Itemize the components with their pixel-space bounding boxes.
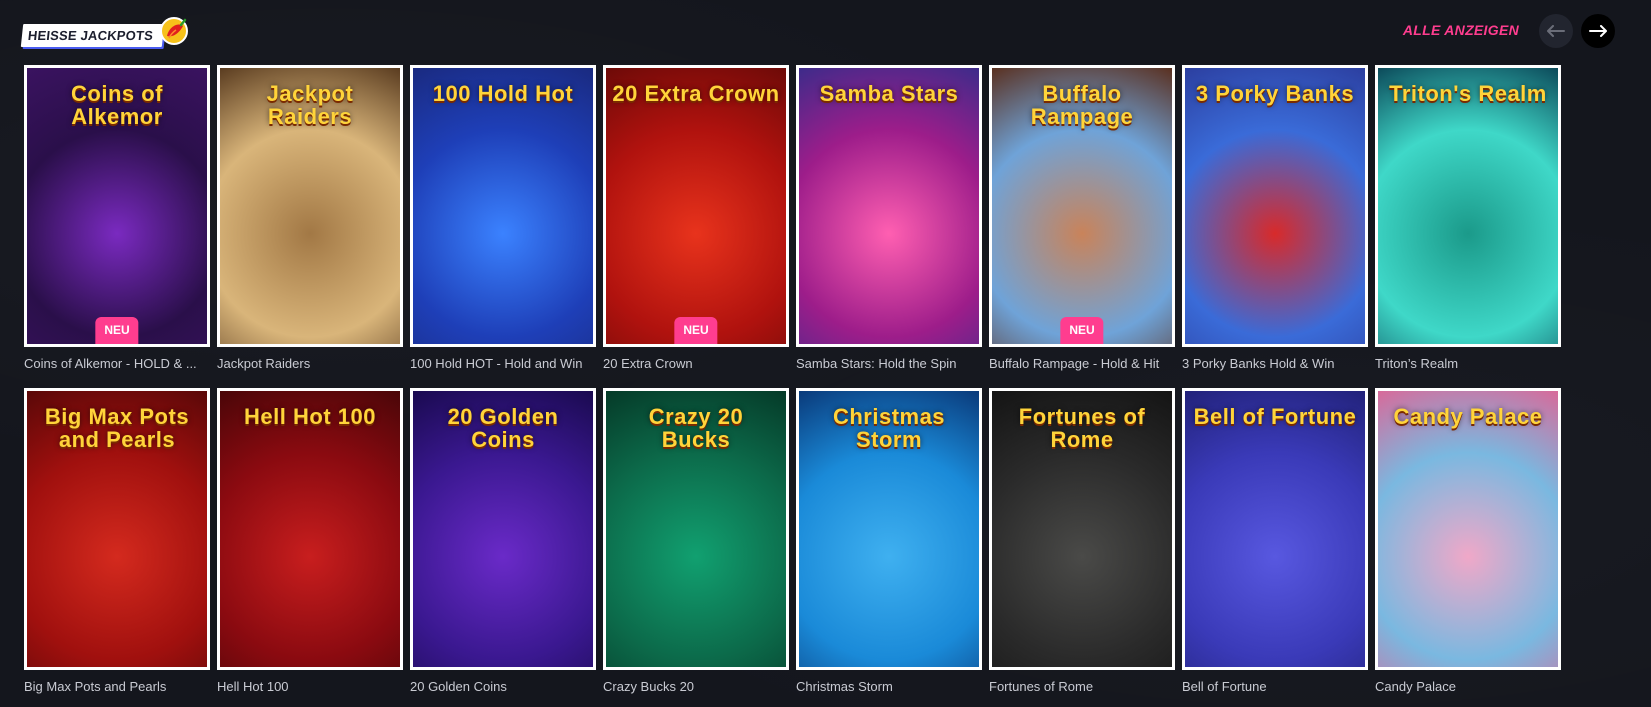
game-logo-text: Big Max Pots and Pearls [44,404,190,453]
section-title: HEISSE JACKPOTS [20,17,191,52]
game-logo-text: Crazy 20 Bucks [648,404,744,453]
game-card[interactable]: 3 Porky Banks 3 Porky Banks Hold & Win [1182,65,1368,371]
game-artwork [1185,391,1365,667]
game-title[interactable]: Samba Stars: Hold the Spin [796,356,982,371]
game-card[interactable]: Fortunes of Rome Fortunes of Rome [989,388,1175,694]
game-title[interactable]: Bell of Fortune [1182,679,1368,694]
arrow-right-icon [1589,25,1607,37]
game-title[interactable]: Coins of Alkemor - HOLD & ... [24,356,210,371]
new-badge: NEU [674,317,718,344]
game-artwork [220,391,400,667]
game-artwork [799,68,979,344]
section-header: HEISSE JACKPOTS ALLE ANZEIGEN [20,10,1629,56]
game-card[interactable]: Candy Palace Candy Palace [1375,388,1561,694]
game-logo-text: Samba Stars [819,81,959,106]
game-thumbnail[interactable]: 20 Golden Coins [410,388,596,670]
game-logo-text: Hell Hot 100 [244,404,376,429]
game-row-1: Coins of Alkemor NEU Coins of Alkemor - HO… [24,65,1651,388]
game-grid: Coins of Alkemor NEU Coins of Alkemor - HO… [24,65,1651,707]
game-logo-text: 20 Extra Crown [612,81,780,106]
game-title[interactable]: Hell Hot 100 [217,679,403,694]
game-logo-text: Fortunes of Rome [1018,404,1146,453]
new-badge: NEU [95,317,139,344]
game-card[interactable]: 100 Hold Hot 100 Hold HOT - Hold and Win [410,65,596,371]
game-logo-text: Candy Palace [1393,404,1543,429]
game-artwork [413,68,593,344]
game-title[interactable]: Jackpot Raiders [217,356,403,371]
game-artwork [606,68,786,344]
game-logo-text: 100 Hold Hot [432,81,574,106]
game-artwork [1378,68,1558,344]
game-thumbnail[interactable]: Big Max Pots and Pearls [24,388,210,670]
game-logo-text: Bell of Fortune [1193,404,1357,429]
chili-icon [160,17,189,45]
game-thumbnail[interactable]: Samba Stars [796,65,982,347]
game-logo-text: Coins of Alkemor [71,81,163,130]
game-thumbnail[interactable]: Bell of Fortune [1182,388,1368,670]
game-card[interactable]: Big Max Pots and Pearls Big Max Pots and … [24,388,210,694]
game-logo-text: 3 Porky Banks [1195,81,1355,106]
game-thumbnail[interactable]: Candy Palace [1375,388,1561,670]
game-card[interactable]: Triton's Realm Triton’s Realm [1375,65,1561,371]
game-thumbnail[interactable]: Hell Hot 100 [217,388,403,670]
game-thumbnail[interactable]: Triton's Realm [1375,65,1561,347]
game-title[interactable]: 3 Porky Banks Hold & Win [1182,356,1368,371]
game-title[interactable]: Christmas Storm [796,679,982,694]
game-logo-text: Christmas Storm [832,404,946,453]
game-card[interactable]: Christmas Storm Christmas Storm [796,388,982,694]
game-thumbnail[interactable]: Buffalo Rampage NEU [989,65,1175,347]
game-thumbnail[interactable]: Christmas Storm [796,388,982,670]
game-logo-text: Jackpot Raiders [266,81,354,130]
game-card[interactable]: 20 Extra Crown NEU 20 Extra Crown [603,65,789,371]
game-row-2: Big Max Pots and Pearls Big Max Pots and … [24,388,1651,707]
game-logo-text: Triton's Realm [1389,81,1547,106]
game-card[interactable]: 20 Golden Coins 20 Golden Coins [410,388,596,694]
game-title[interactable]: Triton’s Realm [1375,356,1561,371]
game-title[interactable]: Candy Palace [1375,679,1561,694]
show-all-link[interactable]: ALLE ANZEIGEN [1403,22,1519,38]
game-title[interactable]: Big Max Pots and Pearls [24,679,210,694]
game-thumbnail[interactable]: Coins of Alkemor NEU [24,65,210,347]
game-artwork [1185,68,1365,344]
game-card[interactable]: Hell Hot 100 Hell Hot 100 [217,388,403,694]
game-card[interactable]: Samba Stars Samba Stars: Hold the Spin [796,65,982,371]
prev-button[interactable] [1539,14,1573,48]
next-button[interactable] [1581,14,1615,48]
arrow-left-icon [1547,25,1565,37]
game-thumbnail[interactable]: 20 Extra Crown NEU [603,65,789,347]
game-thumbnail[interactable]: Crazy 20 Bucks [603,388,789,670]
game-thumbnail[interactable]: Fortunes of Rome [989,388,1175,670]
game-title[interactable]: Crazy Bucks 20 [603,679,789,694]
game-title[interactable]: Buffalo Rampage - Hold & Hit [989,356,1175,371]
game-thumbnail[interactable]: 3 Porky Banks [1182,65,1368,347]
game-title[interactable]: Fortunes of Rome [989,679,1175,694]
section-title-label: HEISSE JACKPOTS [20,23,165,47]
jackpots-section: HEISSE JACKPOTS ALLE ANZEIGEN Coins of A… [0,0,1651,707]
game-thumbnail[interactable]: Jackpot Raiders [217,65,403,347]
game-title[interactable]: 20 Extra Crown [603,356,789,371]
game-title[interactable]: 100 Hold HOT - Hold and Win [410,356,596,371]
game-card[interactable]: Bell of Fortune Bell of Fortune [1182,388,1368,694]
game-card[interactable]: Coins of Alkemor NEU Coins of Alkemor - HO… [24,65,210,371]
game-artwork [1378,391,1558,667]
game-card[interactable]: Buffalo Rampage NEU Buffalo Rampage - Hold… [989,65,1175,371]
game-title[interactable]: 20 Golden Coins [410,679,596,694]
game-card[interactable]: Jackpot Raiders Jackpot Raiders [217,65,403,371]
game-logo-text: 20 Golden Coins [447,404,559,453]
game-logo-text: Buffalo Rampage [1030,81,1134,130]
new-badge: NEU [1060,317,1104,344]
game-card[interactable]: Crazy 20 Bucks Crazy Bucks 20 [603,388,789,694]
game-thumbnail[interactable]: 100 Hold Hot [410,65,596,347]
